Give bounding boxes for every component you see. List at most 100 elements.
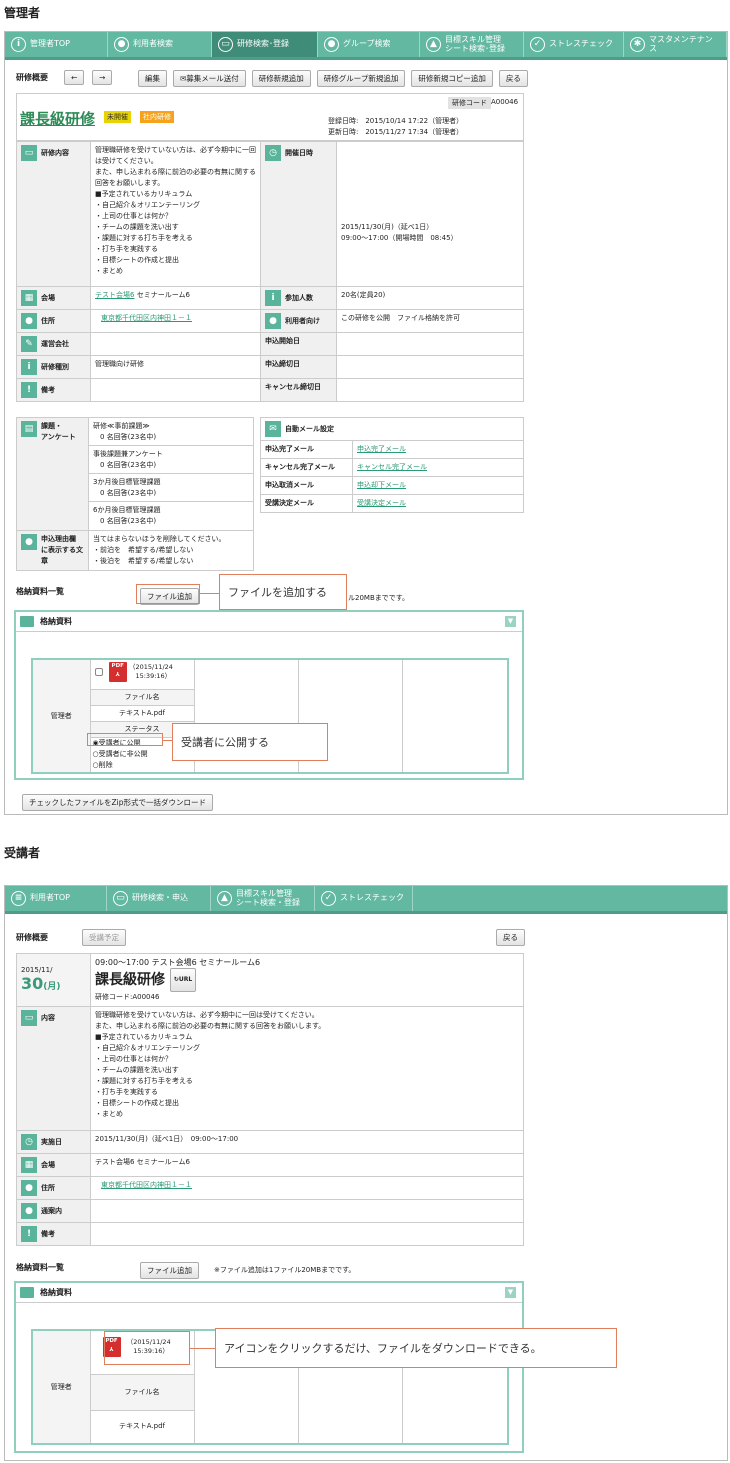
building-icon: ▦ [21,290,37,306]
edit-button[interactable]: 編集 [138,70,167,87]
url-button[interactable]: ↻URL [169,968,197,992]
nav-item-group[interactable]: ● グループ検索 [318,32,420,57]
details-table: ▭ 研修内容 管理職研修を受けていない方は、必ず今期中に一回は受けてください。 ま… [16,141,524,402]
participants-label: 参加人数 [285,294,313,302]
venue-room: セミナールーム6 [134,291,190,299]
download-highlight [104,1331,190,1365]
mail-template-link[interactable]: 受講決定メール [357,499,406,507]
clock-icon: ◷ [21,1134,37,1150]
toolbar-label: 研修概要 [16,73,48,82]
copy-training-button[interactable]: 研修新規コピー追加 [411,70,493,87]
status-badge: 未開催 [104,111,131,123]
survey-item: 研修≪事前課題≫ 0 名回答(23名中) [89,418,253,446]
trainee-files-label: 格納資料一覧 [16,1263,64,1272]
registered-at: 登録日時: 2015/10/14 17:22（管理者） [328,117,464,125]
edit-button-label: 編集 [145,74,160,83]
trainee-address-link[interactable]: 東京都千代田区内神田１－１ [101,1181,192,1189]
new-training-button[interactable]: 研修新規追加 [251,70,311,87]
content-label: 研修内容 [41,149,69,157]
chart-icon: ▲ [426,37,441,52]
mail-template-link[interactable]: 申込完了メール [357,445,406,453]
trainee-file-name: テキストA.pdf [89,1409,195,1445]
mail-template-link[interactable]: 申込却下メール [357,481,406,489]
status-option[interactable]: ○削除 [93,760,192,771]
status-option-label: 削除 [98,760,113,769]
nav-item-check[interactable]: ✓ ストレスチェック [315,886,413,911]
nav-item-chart[interactable]: ▲ 目標スキル管理 シート検索・登録 [211,886,315,911]
training-title[interactable]: 課長級研修 [20,108,95,129]
nav-item-check[interactable]: ✓ ストレスチェック [524,32,624,57]
venue-link[interactable]: テスト会場6 [95,291,134,299]
prev-button[interactable]: ← [64,70,85,85]
trainee-content-text: 管理職研修を受けていない方は、必ず今期中に一回は受けてください。 また、申し込ま… [90,1006,524,1131]
admin-section-title: 管理者 [4,6,41,20]
trainee-note-value [90,1222,524,1246]
add-file-highlight [136,584,200,604]
trainee-code: 研修コード:A00046 [95,993,160,1001]
date-label: 開催日時 [285,149,313,157]
collapse-icon[interactable]: ▼ [505,616,516,627]
add-file-callout: ファイルを追加する [219,574,347,610]
nav-item-training[interactable]: ▭ 研修検索・申込 [107,886,211,911]
collapse-icon[interactable]: ▼ [505,1287,516,1298]
group-icon: ● [324,37,339,52]
survey-item: 事後課題兼アンケート 0 名回答(23名中) [89,446,253,474]
url-button-label: URL [178,976,193,983]
trainee-add-file-button[interactable]: ファイル追加 [140,1262,199,1279]
survey-label: 課題・ アンケート [41,422,76,441]
recruit-mail-button[interactable]: ✉募集メール送付 [173,70,246,87]
info-icon: i [21,359,37,375]
zip-download-button[interactable]: チェックしたファイルをZip形式で一括ダウンロード [22,794,213,811]
nav-item-training[interactable]: ▭ 研修検索･登録 [212,32,318,57]
reason-text: 当てはまらないほうを削除してください。 ・前泊を 希望する/希望しない ・後泊を… [88,530,254,571]
pencil-icon: ✎ [21,336,37,352]
mail-row: 申込完了メール 申込完了メール [260,440,524,459]
nav-item-chart[interactable]: ▲ 目標スキル管理 シート検索･登録 [420,32,524,57]
mail-icon: ✉ [265,421,281,437]
content-text: 管理職研修を受けていない方は、必ず今期中に一回は受けてください。 また、申し込ま… [90,141,261,287]
pdf-icon[interactable]: PDF ⅄ [108,662,127,682]
nav-item-label: 研修検索･登録 [237,39,289,49]
training-code: A00046 [491,98,519,106]
recruit-mail-button-label: 募集メール送付 [186,74,239,83]
files-note: ル20MBまでです。 [348,594,410,602]
apply-end-label: 申込締切日 [260,355,337,379]
mail-row-label: 申込取消メール [260,476,353,495]
attending-button[interactable]: 受講予定 [82,929,126,946]
trainee-toolbar-label: 研修概要 [16,933,48,942]
trainee-note-label: 備考 [41,1230,55,1238]
nav-item-info[interactable]: i 管理者TOP [5,32,108,57]
trainee-row-label: 管理者 [31,1329,91,1445]
kind-label: 研修種別 [41,363,69,371]
nav-item-list[interactable]: ≡ 利用者TOP [5,886,107,911]
training-icon: ▭ [113,891,128,906]
mail-template-link[interactable]: キャンセル完了メール [357,463,427,471]
venue-label: 会場 [41,294,55,302]
note-label: 備考 [41,386,55,394]
next-button[interactable]: → [92,70,113,85]
address-link[interactable]: 東京都千代田区内神田１－１ [101,314,192,322]
person-icon: i [265,290,281,306]
survey-item: 6か月後目標管理課題 0 名回答(23名中) [93,506,161,525]
trainee-venue-value: テスト会場6 セミナールーム6 [90,1153,524,1177]
guide-label: 通案内 [41,1207,62,1215]
survey-icon: ▤ [21,421,37,437]
nav-item-gear[interactable]: ✱ マスタメンテナンス [624,32,727,57]
nav-item-label: 利用者TOP [30,893,71,903]
toolbar-buttons: 編集 ✉募集メール送付 研修新規追加 研修グループ新規追加 研修新規コピー追加 戻る [138,70,528,87]
info-icon: i [11,37,26,52]
back-button-label: 戻る [505,74,521,83]
weekday: (月) [43,982,61,992]
cancel-end-value [336,378,524,402]
mail-row-label: キャンセル完了メール [260,458,353,477]
new-group-button[interactable]: 研修グループ新規追加 [316,70,406,87]
nav-item-label: マスタメンテナンス [649,35,713,53]
guide-value [90,1199,524,1223]
back-button[interactable]: 戻る [498,70,528,87]
trainee-back-button[interactable]: 戻る [496,929,525,946]
org-label: 運営会社 [41,340,69,348]
nav-item-user[interactable]: ● 利用者検索 [108,32,212,57]
file-checkbox[interactable] [94,668,103,676]
date-text: 2015/11/30(月)（延べ1日） 09:00〜17:00（開場時間 08:… [336,141,524,287]
speech-icon: ● [21,1203,37,1219]
